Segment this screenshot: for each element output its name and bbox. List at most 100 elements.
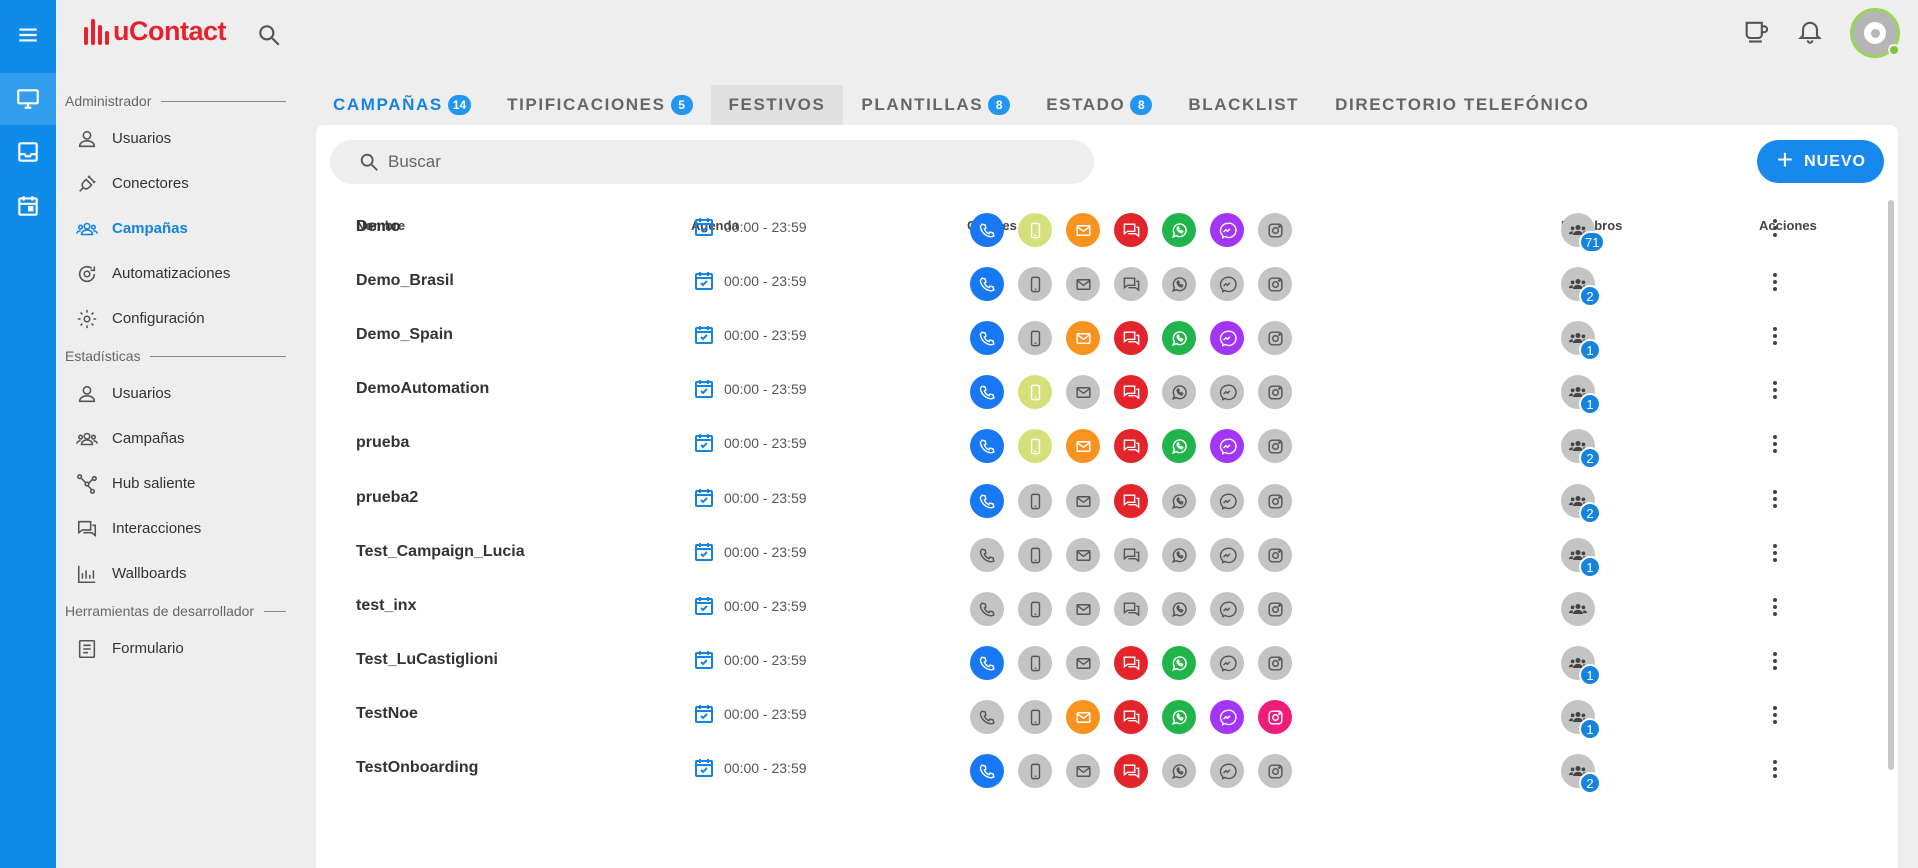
members-button[interactable]: 1 [1561,646,1601,686]
members-button[interactable]: 1 [1561,538,1601,578]
channel-chat-button[interactable] [1114,375,1148,409]
sidebar-item-interacciones[interactable]: Interacciones [56,506,286,551]
agenda-cell[interactable]: 00:00 - 23:59 [692,323,807,347]
channel-whatsapp-button[interactable] [1162,754,1196,788]
channel-instagram-button[interactable] [1258,321,1292,355]
channel-whatsapp-button[interactable] [1162,538,1196,572]
notifications-button[interactable] [1796,17,1824,50]
table-row[interactable]: prueba 00:00 - 23:59 2 [316,417,1876,471]
table-row[interactable]: DemoAutomation 00:00 - 23:59 1 [316,363,1876,417]
campaign-name[interactable]: Demo_Brasil [356,272,454,290]
channel-whatsapp-button[interactable] [1162,700,1196,734]
ucontact-logo[interactable]: uContact [84,16,227,47]
members-button[interactable]: 1 [1561,700,1601,740]
channel-mobile-button[interactable] [1018,375,1052,409]
table-row[interactable]: Demo_Spain 00:00 - 23:59 1 [316,309,1876,363]
channel-whatsapp-button[interactable] [1162,213,1196,247]
sidebar-item-stats-usuarios[interactable]: Usuarios [56,371,286,416]
agenda-cell[interactable]: 00:00 - 23:59 [692,215,807,239]
row-actions-menu-button[interactable] [1762,540,1788,566]
row-actions-menu-button[interactable] [1762,269,1788,295]
channel-email-button[interactable] [1066,700,1100,734]
channel-messenger-button[interactable] [1210,375,1244,409]
campaign-name[interactable]: DemoAutomation [356,380,489,398]
tab-estado[interactable]: ESTADO 8 [1028,85,1170,125]
members-button[interactable]: 2 [1561,484,1601,524]
table-row[interactable]: test_inx 00:00 - 23:59 [316,580,1876,634]
members-button[interactable] [1561,592,1595,626]
rail-admin-button[interactable] [0,73,56,125]
campaign-name[interactable]: Demo_Spain [356,326,453,344]
channel-phone-button[interactable] [970,267,1004,301]
channel-email-button[interactable] [1066,321,1100,355]
table-row[interactable]: Test_Campaign_Lucia 00:00 - 23:59 1 [316,526,1876,580]
row-actions-menu-button[interactable] [1762,377,1788,403]
channel-chat-button[interactable] [1114,321,1148,355]
channel-instagram-button[interactable] [1258,375,1292,409]
row-actions-menu-button[interactable] [1762,431,1788,457]
channel-whatsapp-button[interactable] [1162,375,1196,409]
row-actions-menu-button[interactable] [1762,323,1788,349]
channel-whatsapp-button[interactable] [1162,484,1196,518]
channel-mobile-button[interactable] [1018,754,1052,788]
new-campaign-button[interactable]: + NUEVO [1756,140,1884,183]
tab-blacklist[interactable]: BLACKLIST [1170,85,1317,125]
channel-phone-button[interactable] [970,213,1004,247]
tab-plantillas[interactable]: PLANTILLAS 8 [843,85,1028,125]
campaign-name[interactable]: Test_Campaign_Lucia [356,543,525,561]
sidebar-item-stats-campanas[interactable]: Campañas [56,416,286,461]
user-avatar[interactable] [1850,8,1900,58]
channel-instagram-button[interactable] [1258,429,1292,463]
channel-instagram-button[interactable] [1258,484,1292,518]
agenda-cell[interactable]: 00:00 - 23:59 [692,269,807,293]
campaign-name[interactable]: Test_LuCastiglioni [356,651,498,669]
sidebar-item-configuracion[interactable]: Configuración [56,296,286,341]
table-row[interactable]: TestOnboarding 00:00 - 23:59 2 [316,742,1876,796]
agenda-cell[interactable]: 00:00 - 23:59 [692,431,807,455]
channel-phone-button[interactable] [970,429,1004,463]
agenda-cell[interactable]: 00:00 - 23:59 [692,486,807,510]
tab-campanas[interactable]: CAMPAÑAS 14 [315,85,489,125]
table-row[interactable]: Test_LuCastiglioni 00:00 - 23:59 1 [316,634,1876,688]
channel-messenger-button[interactable] [1210,592,1244,626]
members-button[interactable]: 1 [1561,375,1601,415]
row-actions-menu-button[interactable] [1762,594,1788,620]
channel-whatsapp-button[interactable] [1162,321,1196,355]
agenda-cell[interactable]: 00:00 - 23:59 [692,377,807,401]
channel-messenger-button[interactable] [1210,538,1244,572]
agenda-cell[interactable]: 00:00 - 23:59 [692,702,807,726]
channel-mobile-button[interactable] [1018,592,1052,626]
channel-mobile-button[interactable] [1018,429,1052,463]
sidebar-item-usuarios[interactable]: Usuarios [56,116,286,161]
channel-mobile-button[interactable] [1018,538,1052,572]
row-actions-menu-button[interactable] [1762,486,1788,512]
campaign-name[interactable]: test_inx [356,597,416,615]
channel-messenger-button[interactable] [1210,646,1244,680]
channel-email-button[interactable] [1066,592,1100,626]
channel-whatsapp-button[interactable] [1162,429,1196,463]
channel-messenger-button[interactable] [1210,700,1244,734]
agenda-cell[interactable]: 00:00 - 23:59 [692,756,807,780]
channel-mobile-button[interactable] [1018,484,1052,518]
table-row[interactable]: Demo 00:00 - 23:59 71 [316,201,1876,255]
campaign-name[interactable]: prueba2 [356,489,418,507]
channel-messenger-button[interactable] [1210,754,1244,788]
channel-phone-button[interactable] [970,754,1004,788]
row-actions-menu-button[interactable] [1762,215,1788,241]
channel-mobile-button[interactable] [1018,321,1052,355]
channel-phone-button[interactable] [970,484,1004,518]
members-button[interactable]: 2 [1561,429,1601,469]
channel-instagram-button[interactable] [1258,592,1292,626]
row-actions-menu-button[interactable] [1762,702,1788,728]
channel-email-button[interactable] [1066,213,1100,247]
channel-instagram-button[interactable] [1258,700,1292,734]
table-row[interactable]: TestNoe 00:00 - 23:59 1 [316,688,1876,742]
campaign-name[interactable]: TestOnboarding [356,759,478,777]
top-search-button[interactable] [256,22,282,48]
channel-phone-button[interactable] [970,700,1004,734]
sidebar-item-hub-saliente[interactable]: Hub saliente [56,461,286,506]
channel-phone-button[interactable] [970,321,1004,355]
channel-chat-button[interactable] [1114,538,1148,572]
sidebar-item-wallboards[interactable]: Wallboards [56,551,286,596]
rail-inbox-button[interactable] [0,126,56,178]
